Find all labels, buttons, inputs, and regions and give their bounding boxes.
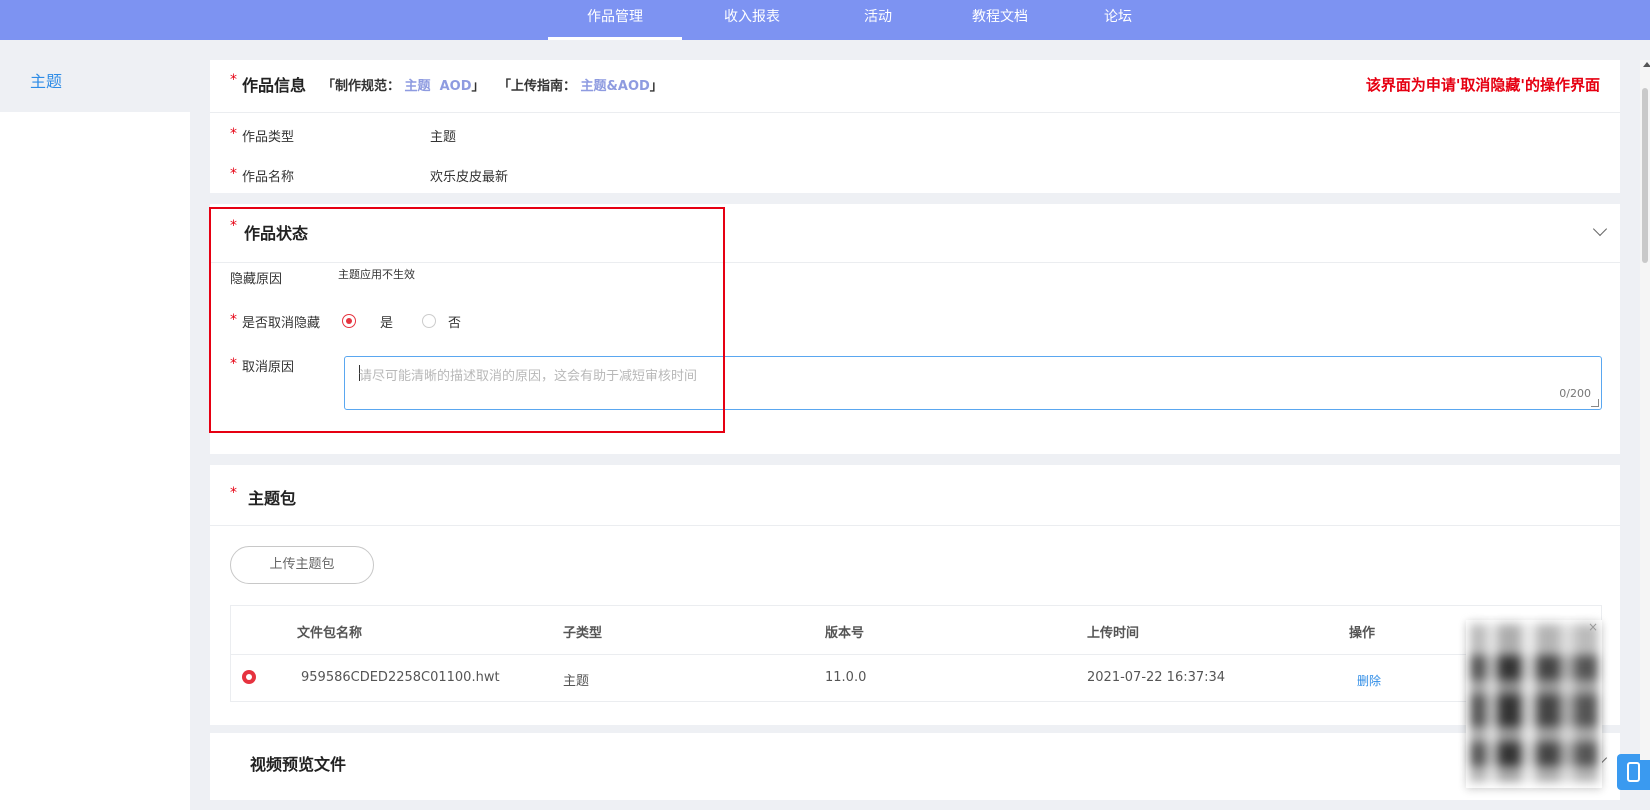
resize-grip-icon[interactable]: [1591, 399, 1599, 407]
scroll-up-icon[interactable]: [1643, 62, 1650, 67]
chevron-down-icon[interactable]: [1592, 221, 1608, 237]
subtype-cell: 主题: [563, 674, 590, 689]
char-counter: 0/200: [1559, 387, 1591, 400]
work-name-label: 作品名称: [242, 170, 295, 185]
page-note: 该界面为申请'取消隐藏'的操作界面: [1365, 76, 1600, 94]
required-mark: *: [230, 166, 237, 182]
nav-item-tutorials[interactable]: 教程文档: [940, 0, 1060, 40]
scrollbar[interactable]: [1640, 60, 1650, 760]
divider: [210, 112, 1620, 113]
version-cell: 11.0.0: [825, 670, 867, 685]
spec-link-aod[interactable]: AOD: [440, 79, 472, 94]
sidebar-item-theme[interactable]: 主题: [0, 60, 190, 112]
qr-code-popup: ×: [1466, 620, 1602, 788]
delete-link[interactable]: 删除: [1357, 672, 1381, 689]
column-header: 版本号: [825, 626, 865, 641]
video-preview-title: 视频预览文件: [250, 755, 347, 774]
package-name-cell: 959586CDED2258C01100.hwt: [301, 670, 500, 685]
work-type-label: 作品类型: [242, 130, 295, 145]
column-header: 文件包名称: [297, 626, 363, 641]
work-name-value: 欢乐皮皮最新: [430, 170, 509, 185]
package-table: 文件包名称 子类型 版本号 上传时间 操作 959586CDED2258C011…: [230, 605, 1602, 702]
close-icon[interactable]: ×: [1588, 620, 1598, 634]
scrollbar-thumb[interactable]: [1642, 88, 1648, 263]
work-info-title: 作品信息: [242, 76, 307, 95]
qr-code-image: [1470, 624, 1598, 782]
work-info-card: * 作品信息 「制作规范： 主题 AOD」 「上传指南： 主题&AOD」 该界面…: [210, 60, 1620, 193]
phone-icon: [1627, 762, 1640, 782]
upload-theme-package-button[interactable]: 上传主题包: [230, 546, 374, 584]
nav-item-revenue[interactable]: 收入报表: [690, 0, 814, 40]
video-preview-card: 视频预览文件: [210, 733, 1620, 800]
column-header: 子类型: [563, 626, 603, 641]
upload-guide-link[interactable]: 主题&AOD: [581, 79, 650, 94]
work-type-value: 主题: [430, 130, 457, 145]
column-header: 上传时间: [1087, 626, 1140, 641]
spec-guide: 「制作规范： 主题 AOD」: [322, 79, 485, 94]
required-mark: *: [230, 126, 237, 142]
required-mark: *: [230, 485, 237, 501]
row-divider: [231, 654, 1601, 655]
spec-link-theme[interactable]: 主题: [405, 79, 431, 94]
nav-item-activity[interactable]: 活动: [834, 0, 922, 40]
row-select-radio[interactable]: [242, 670, 256, 684]
theme-package-title: 主题包: [248, 489, 297, 508]
column-header: 操作: [1349, 626, 1376, 641]
upload-time-cell: 2021-07-22 16:37:34: [1087, 670, 1226, 685]
sidebar: 主题: [0, 60, 190, 810]
top-nav-bar: 作品管理 收入报表 活动 教程文档 论坛: [0, 0, 1650, 40]
nav-item-forum[interactable]: 论坛: [1074, 0, 1162, 40]
highlight-box: [209, 207, 725, 433]
nav-item-works[interactable]: 作品管理: [548, 0, 682, 40]
divider: [210, 525, 1620, 526]
upload-guide: 「上传指南： 主题&AOD」: [498, 79, 663, 94]
required-mark: *: [230, 72, 237, 88]
